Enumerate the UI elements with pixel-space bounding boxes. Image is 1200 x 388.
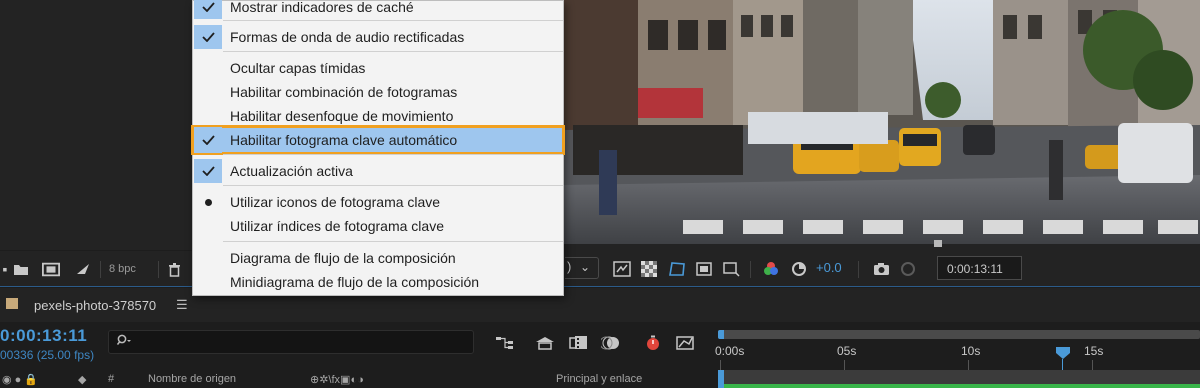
column-headers: ◉ ● 🔒 ◆ # Nombre de origen ⊕✲\fx▣◐◑ Prin… [0,370,716,388]
menu-item-rectified-waveforms[interactable]: Formas de onda de audio rectificadas [193,25,563,49]
shy-icon[interactable] [74,260,92,278]
graph-editor-icon[interactable] [674,332,696,354]
menu-item-auto-keyframe[interactable]: Habilitar fotograma clave automático [191,125,565,155]
ruler-label: 0:00s [715,344,745,358]
color-channels-icon[interactable] [762,260,780,278]
exposure-value[interactable]: +0.0 [816,260,842,275]
chevron-down-icon: ⌄ [580,260,591,274]
search-input[interactable] [108,330,474,354]
mask-path-visibility-icon[interactable] [668,260,686,278]
layer-duration-bar[interactable] [724,384,1200,388]
viewer-bottom-edge [563,244,1200,251]
menu-divider [223,185,563,186]
menu-item-label: Ocultar capas tímidas [230,60,366,76]
menu-item-label: Habilitar fotograma clave automático [230,132,458,148]
region-of-interest-icon[interactable] [695,260,713,278]
timer-icon[interactable] [642,332,664,354]
menu-item-keyframe-icons[interactable]: Utilizar iconos de fotograma clave [193,190,563,214]
timeline-panel-menu: Mostrar indicadores de caché Formas de o… [191,0,565,296]
menu-divider [223,51,563,52]
draft-3d-icon[interactable] [534,332,556,354]
column-parent[interactable]: Principal y enlace [556,373,642,385]
frame-blending-icon[interactable] [568,332,590,354]
toolbar-divider [858,261,859,278]
snapshot-camera-icon[interactable] [872,260,890,278]
menu-item-label: Diagrama de flujo de la composición [230,250,456,266]
ruler-tick [720,360,721,370]
transparency-grid-icon[interactable] [640,260,658,278]
column-hash: # [108,373,115,385]
trash-icon[interactable] [165,260,183,278]
menu-item-live-update[interactable]: Actualización activa [193,159,563,183]
checkmark-icon [194,0,222,19]
motion-blur-icon[interactable] [600,332,622,354]
current-time[interactable]: 0:00:13:11 [0,326,87,346]
playhead-icon[interactable] [1056,347,1070,359]
timeline-tab-bar: pexels-photo-378570 ☰ [0,288,1200,322]
menu-item-label: Habilitar desenfoque de movimiento [230,108,454,124]
comp-label-color [6,298,18,309]
column-source-name[interactable]: Nombre de origen [148,373,236,385]
menu-item-label: Habilitar combinación de fotogramas [230,84,458,100]
ruler-tick [844,360,845,370]
menu-item-keyframe-indices[interactable]: Utilizar índices de fotograma clave [193,214,563,238]
work-area-start[interactable] [718,330,724,339]
radio-dot-icon [194,190,222,214]
search-icon [116,334,133,349]
ruler-label: 10s [961,344,981,358]
menu-item-label: Actualización activa [230,163,353,179]
panel-menu-icon[interactable]: ☰ [176,297,188,313]
menu-item-motion-blur[interactable]: Habilitar desenfoque de movimiento [193,104,563,128]
fast-previews-icon[interactable] [613,260,631,278]
tab-composition[interactable]: pexels-photo-378570 [34,298,156,313]
exposure-reset-icon[interactable] [790,260,808,278]
grid-guides-icon[interactable] [722,260,740,278]
toolbar-divider [750,261,751,278]
menu-item-label: Utilizar iconos de fotograma clave [230,194,441,210]
menu-item-hide-shy-layers[interactable]: Ocultar capas tímidas [193,56,563,80]
menu-item-label: Mostrar indicadores de caché [230,0,414,15]
menu-item-label: Minidiagrama de flujo de la composición [230,274,480,290]
tag-icon[interactable]: ◆ [78,373,86,386]
menu-item-label: Utilizar índices de fotograma clave [230,218,444,234]
show-snapshot-icon[interactable] [899,260,917,278]
menu-item-comp-mini-flowchart[interactable]: Minidiagrama de flujo de la composición [193,270,563,294]
resolution-dropdown[interactable]: ) ⌄ [565,257,599,279]
viewer-handle[interactable] [934,240,942,247]
ruler-label: 15s [1084,344,1104,358]
menu-divider [223,154,563,155]
timeline-panel: 0:00:13:11 00336 (25.00 fps) ◉ ● 🔒 ◆ # N… [0,322,1200,388]
ruler-tick [968,360,969,370]
eye-icon[interactable]: ◉ ● 🔒 [2,373,38,386]
menu-item-comp-flowchart[interactable]: Diagrama de flujo de la composición [193,246,563,270]
bit-depth-label[interactable]: 8 bpc [109,263,136,275]
time-ruler[interactable]: 0:00s 05s 10s 15s [715,330,1200,388]
viewer-timecode[interactable]: 0:00:13:11 [937,256,1022,280]
checkmark-icon [194,127,222,153]
composition-viewer[interactable] [563,0,1200,244]
menu-item-frame-blending[interactable]: Habilitar combinación de fotogramas [193,80,563,104]
folder-icon[interactable] [12,260,30,278]
ruler-tick [1092,360,1093,370]
street-photo [563,0,1200,244]
composition-icon[interactable] [42,260,60,278]
toolbar-divider [158,261,159,278]
menu-divider [223,20,563,21]
checkmark-icon [194,25,222,49]
viewer-toolbar: ▪ 8 bpc ) ⌄ +0.0 0:00:13:11 [0,251,1200,287]
frame-count: 00336 (25.00 fps) [0,348,95,362]
work-area-bar[interactable] [718,330,1200,339]
toolbar-divider [100,261,101,278]
menu-item-label: Formas de onda de audio rectificadas [230,29,465,45]
dropdown-bracket-icon: ) [567,259,572,274]
ruler-label: 05s [837,344,857,358]
column-switches: ⊕✲\fx▣◐◑ [310,374,364,386]
menu-divider [223,241,563,242]
menu-item-show-cache[interactable]: Mostrar indicadores de caché [193,0,563,19]
comp-flowchart-icon[interactable] [494,332,516,354]
checkmark-icon [194,159,222,183]
